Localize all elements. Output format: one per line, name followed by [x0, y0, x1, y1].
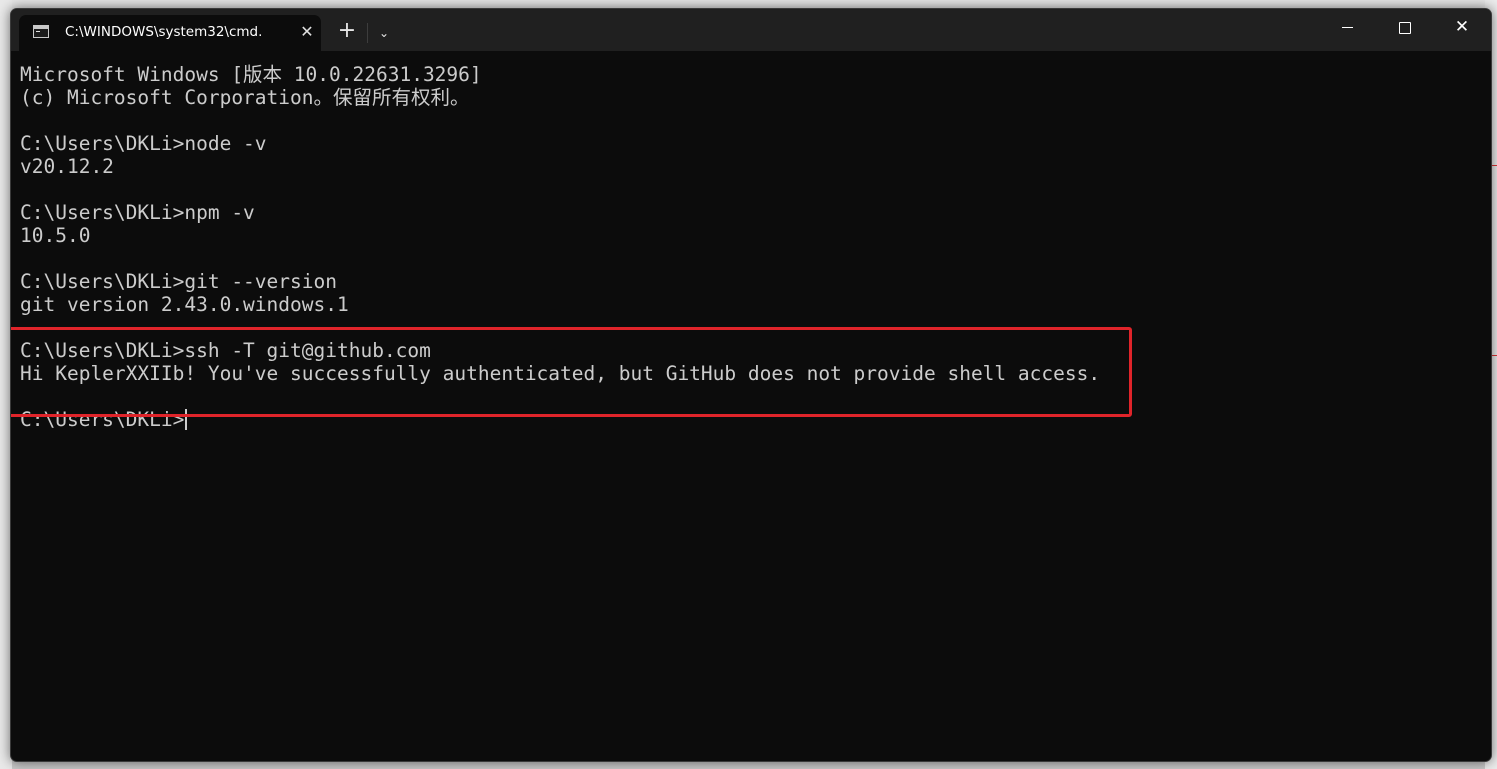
terminal-prompt-line[interactable]: C:\Users\DKLi> [20, 408, 188, 431]
tab-cmd[interactable]: C:\WINDOWS\system32\cmd. ✕ [19, 15, 321, 51]
terminal-line: (c) Microsoft Corporation。保留所有权利。 [20, 86, 470, 109]
terminal-line: Microsoft Windows [版本 10.0.22631.3296] [20, 63, 482, 86]
minimize-button[interactable] [1318, 9, 1376, 45]
tab-dropdown-button[interactable]: ⌄ [371, 19, 397, 45]
terminal-icon [33, 25, 49, 38]
close-icon: ✕ [1454, 17, 1470, 37]
scrollbar[interactable] [1483, 55, 1489, 755]
title-bar[interactable]: C:\WINDOWS\system32\cmd. ✕ + ⌄ ✕ [11, 9, 1491, 51]
tab-divider [367, 23, 368, 43]
close-button[interactable]: ✕ [1433, 9, 1491, 45]
terminal-line: C:\Users\DKLi>git --version [20, 270, 337, 293]
terminal-line: C:\Users\DKLi>node -v [20, 132, 267, 155]
new-tab-button[interactable]: + [333, 19, 361, 45]
tab-title: C:\WINDOWS\system32\cmd. [65, 24, 263, 40]
maximize-icon [1399, 21, 1411, 34]
terminal-line: v20.12.2 [20, 155, 114, 178]
terminal-line: C:\Users\DKLi>npm -v [20, 201, 255, 224]
text-cursor [185, 409, 188, 430]
terminal-line: 10.5.0 [20, 224, 91, 247]
terminal-output[interactable]: Microsoft Windows [版本 10.0.22631.3296] (… [20, 59, 1481, 761]
maximize-button[interactable] [1376, 9, 1434, 45]
terminal-line: Hi KeplerXXIIb! You've successfully auth… [20, 362, 1101, 385]
terminal-line: C:\Users\DKLi>ssh -T git@github.com [20, 339, 431, 362]
chevron-down-icon: ⌄ [378, 26, 390, 40]
terminal-line: git version 2.43.0.windows.1 [20, 293, 349, 316]
terminal-window: C:\WINDOWS\system32\cmd. ✕ + ⌄ ✕ Microso… [10, 8, 1492, 762]
tab-close-icon[interactable]: ✕ [295, 20, 319, 44]
minimize-icon [1341, 27, 1353, 28]
terminal-prompt: C:\Users\DKLi> [20, 408, 185, 431]
